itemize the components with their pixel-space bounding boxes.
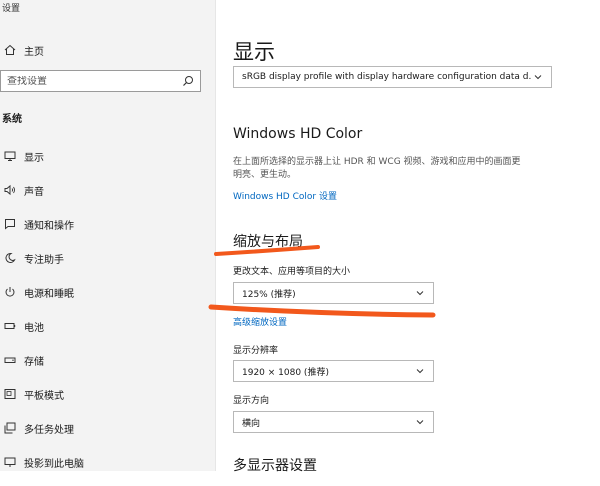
sidebar-item-multitasking[interactable]: 多任务处理: [0, 418, 205, 438]
project-icon: [2, 454, 18, 470]
sidebar-item-sound[interactable]: 声音: [0, 180, 205, 200]
sidebar-item-notifications[interactable]: 通知和操作: [0, 214, 205, 234]
sidebar-item-focus-assist[interactable]: 专注助手: [0, 248, 205, 268]
battery-icon: [2, 318, 18, 334]
main-content: 显示 sRGB display profile with display har…: [215, 0, 600, 474]
sidebar-home-label: 主页: [24, 46, 44, 58]
color-profile-value: sRGB display profile with display hardwa…: [242, 72, 531, 82]
sidebar-item-battery[interactable]: 电池: [0, 316, 205, 336]
hdr-settings-link[interactable]: Windows HD Color 设置: [233, 189, 337, 202]
sidebar-nav: 显示 声音 通知和操作 专注助手 电源和睡眠 电池 存储 平板模式 多任务处理 …: [0, 146, 205, 486]
page-title: 显示: [233, 40, 275, 64]
monitor-icon: [2, 148, 18, 164]
settings-window: 设置 主页 系统 显示 声: [0, 0, 600, 474]
moon-icon: [2, 250, 18, 266]
sidebar-item-label: 电源和睡眠: [24, 288, 74, 300]
chevron-down-icon: [413, 415, 427, 429]
multi-display-heading: 多显示器设置: [233, 458, 317, 474]
speaker-icon: [2, 182, 18, 198]
storage-icon: [2, 352, 18, 368]
power-icon: [2, 284, 18, 300]
search-input[interactable]: [1, 75, 177, 87]
advanced-scaling-link[interactable]: 高级缩放设置: [233, 315, 287, 328]
orientation-label: 显示方向: [233, 396, 270, 406]
sidebar-section-label: 系统: [2, 114, 22, 125]
notification-icon: [2, 216, 18, 232]
chevron-down-icon: [413, 286, 427, 300]
hdr-description-line: 明亮、更生动。: [233, 170, 297, 180]
orientation-value: 横向: [242, 418, 261, 429]
chevron-down-icon: [413, 364, 427, 378]
hdr-description: 在上面所选择的显示器上让 HDR 和 WCG 视频、游戏和应用中的画面更 明亮、…: [233, 156, 573, 182]
scale-layout-heading: 缩放与布局: [233, 234, 303, 250]
sidebar-item-storage[interactable]: 存储: [0, 350, 205, 370]
sidebar-item-label: 专注助手: [24, 254, 64, 266]
sidebar-item-label: 多任务处理: [24, 424, 74, 436]
sidebar-item-project[interactable]: 投影到此电脑: [0, 452, 205, 472]
orientation-select[interactable]: 横向: [233, 411, 434, 433]
sidebar-item-label: 电池: [24, 322, 44, 334]
resolution-value: 1920 × 1080 (推荐): [242, 367, 329, 378]
scale-value: 125% (推荐): [242, 289, 296, 300]
tablet-mode-icon: [2, 386, 18, 402]
sidebar: 设置 主页 系统 显示 声: [0, 0, 216, 471]
app-title: 设置: [2, 4, 21, 14]
text-size-label: 更改文本、应用等项目的大小: [233, 267, 351, 277]
sidebar-item-label: 显示: [24, 152, 44, 164]
sidebar-item-label: 投影到此电脑: [24, 458, 84, 470]
hdr-heading: Windows HD Color: [233, 126, 363, 142]
search-box: [0, 70, 201, 92]
search-icon[interactable]: [180, 73, 196, 89]
sidebar-item-label: 存储: [24, 356, 44, 368]
scale-select[interactable]: 125% (推荐): [233, 282, 434, 304]
hdr-description-line: 在上面所选择的显示器上让 HDR 和 WCG 视频、游戏和应用中的画面更: [233, 157, 521, 167]
sidebar-item-label: 平板模式: [24, 390, 64, 402]
sidebar-home[interactable]: 主页: [0, 40, 200, 60]
multitask-icon: [2, 420, 18, 436]
sidebar-item-display[interactable]: 显示: [0, 146, 205, 166]
resolution-label: 显示分辨率: [233, 346, 279, 356]
sidebar-item-power-sleep[interactable]: 电源和睡眠: [0, 282, 205, 302]
sidebar-item-label: 声音: [24, 186, 44, 198]
sidebar-item-tablet-mode[interactable]: 平板模式: [0, 384, 205, 404]
resolution-select[interactable]: 1920 × 1080 (推荐): [233, 360, 434, 382]
home-icon: [2, 42, 18, 58]
chevron-down-icon: [531, 70, 545, 84]
color-profile-select[interactable]: sRGB display profile with display hardwa…: [233, 66, 552, 88]
sidebar-item-label: 通知和操作: [24, 220, 74, 232]
